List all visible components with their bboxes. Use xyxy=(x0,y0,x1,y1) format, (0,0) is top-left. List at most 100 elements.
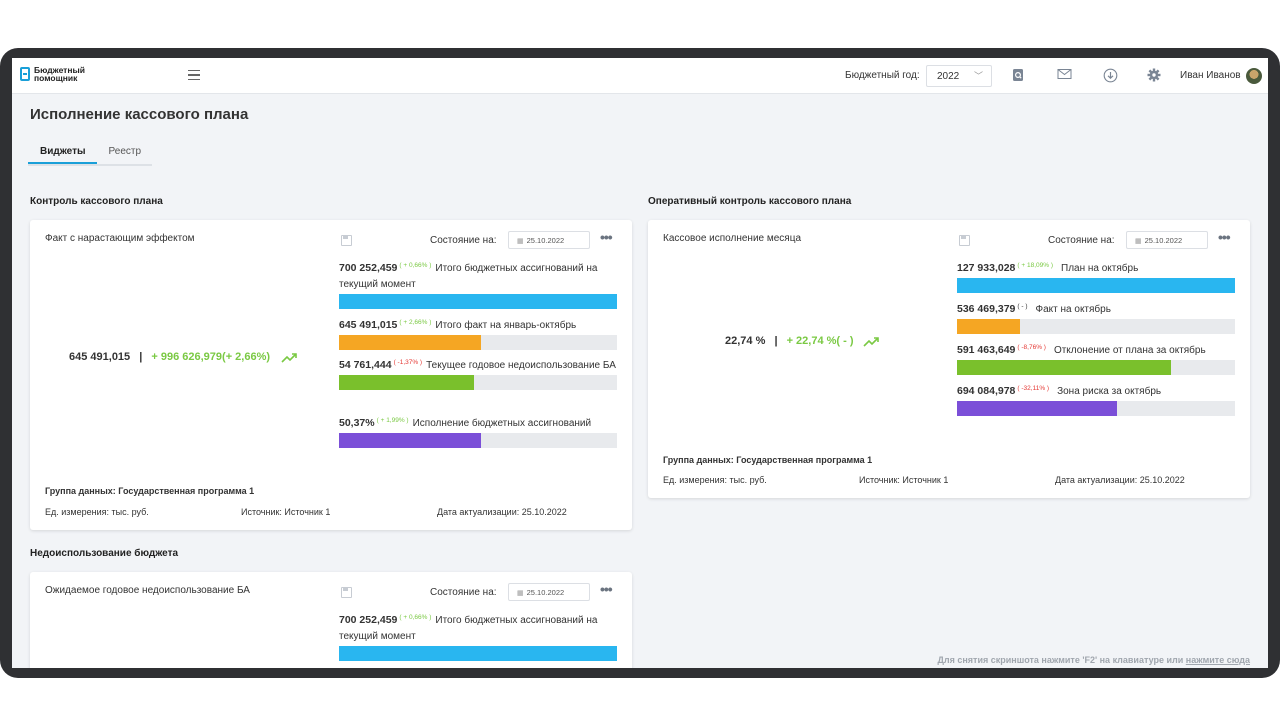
user-name[interactable]: Иван Иванов xyxy=(1180,70,1241,81)
metric-item: 700 252,459( + 0,66% ) Итого бюджетных ас… xyxy=(339,260,617,309)
trend-up-icon xyxy=(863,337,879,347)
big-change: + 996 626,979(+ 2,66%) xyxy=(151,351,271,363)
year-label: Бюджетный год: xyxy=(845,70,920,81)
metric-label: Исполнение бюджетных ассигнований xyxy=(412,418,592,429)
progress-fill xyxy=(957,278,1235,293)
progress-fill xyxy=(339,375,474,390)
metric-value: 645 491,015 xyxy=(339,319,398,331)
save-icon[interactable] xyxy=(959,235,970,246)
metric-label: Отклонение от плана за октябрь xyxy=(1053,345,1206,356)
progress-fill xyxy=(339,646,617,661)
metric-item: 536 469,379( - ) Факт на октябрь xyxy=(957,301,1235,334)
app-screen: Бюджетный помощник Бюджетный год: 2022 ﹀ xyxy=(12,58,1268,668)
more-options-icon[interactable]: ••• xyxy=(1218,229,1231,245)
menu-icon[interactable] xyxy=(188,70,200,80)
section-title-operative: Оперативный контроль кассового плана xyxy=(648,196,852,207)
progress-bar xyxy=(339,375,617,390)
section-title-control: Контроль кассового плана xyxy=(30,196,163,207)
date-field[interactable]: ▦ 25.10.2022 xyxy=(1126,231,1208,249)
metric-change: ( + 2,66% ) xyxy=(399,319,432,326)
widget-card-underuse: Ожидаемое годовое недоиспользование БА С… xyxy=(30,572,632,668)
progress-bar xyxy=(339,433,617,448)
tab-bar: Виджеты Реестр xyxy=(28,142,153,166)
update-date: Дата актуализации: 25.10.2022 xyxy=(437,507,567,517)
source-info: Источник: Источник 1 xyxy=(859,475,949,485)
big-change: + 22,74 %( - ) xyxy=(786,335,854,347)
progress-bar xyxy=(957,319,1235,334)
widget-card-cumulative: Факт с нарастающим эффектом Состояние на… xyxy=(30,220,632,530)
year-select[interactable]: 2022 ﹀ xyxy=(926,65,992,87)
metric-value: 127 933,028 xyxy=(957,262,1016,274)
metric-item: 50,37%( + 1,99% ) Исполнение бюджетных ас… xyxy=(339,415,617,448)
metric-item: 591 463,649( -8,76% ) Отклонение от плана… xyxy=(957,342,1235,375)
tab-widgets[interactable]: Виджеты xyxy=(28,142,97,164)
progress-fill xyxy=(957,401,1117,416)
update-date: Дата актуализации: 25.10.2022 xyxy=(1055,475,1185,485)
date-value: 25.10.2022 xyxy=(526,588,565,597)
card-title: Ожидаемое годовое недоиспользование БА xyxy=(45,585,250,596)
metric-label: Зона риска за октябрь xyxy=(1057,386,1162,397)
big-value: 22,74 % xyxy=(725,335,766,347)
big-figure: 22,74 % | + 22,74 %( - ) xyxy=(725,335,854,347)
app-logo[interactable]: Бюджетный помощник xyxy=(20,66,85,82)
document-search-icon[interactable] xyxy=(1010,68,1026,84)
metric-label: Факт на октябрь xyxy=(1035,304,1111,315)
progress-bar xyxy=(957,360,1235,375)
unit-info: Ед. измерения: тыс. руб. xyxy=(45,507,149,517)
metric-value: 50,37% xyxy=(339,417,375,429)
unit-info: Ед. измерения: тыс. руб. xyxy=(663,475,767,485)
metric-item: 54 761,444( -1,37% ) Текущее годовое недо… xyxy=(339,357,617,390)
state-label: Состояние на: xyxy=(430,235,497,246)
section-title-underuse: Недоиспользование бюджета xyxy=(30,548,179,559)
tab-registry[interactable]: Реестр xyxy=(97,142,153,164)
top-bar: Бюджетный помощник Бюджетный год: 2022 ﹀ xyxy=(12,58,1268,94)
metric-value: 700 252,459 xyxy=(339,262,398,274)
progress-fill xyxy=(339,294,617,309)
progress-bar xyxy=(339,335,617,350)
big-value: 645 491,015 xyxy=(69,351,131,363)
date-value: 25.10.2022 xyxy=(1144,236,1183,245)
state-label: Состояние на: xyxy=(430,587,497,598)
save-icon[interactable] xyxy=(341,587,352,598)
save-icon[interactable] xyxy=(341,235,352,246)
progress-fill xyxy=(957,319,1020,334)
avatar[interactable] xyxy=(1246,68,1262,84)
state-label: Состояние на: xyxy=(1048,235,1115,246)
widget-card-monthly: Кассовое исполнение месяца Состояние на:… xyxy=(648,220,1250,498)
metric-change: ( + 0,66% ) xyxy=(399,614,432,621)
progress-bar xyxy=(957,401,1235,416)
download-icon[interactable] xyxy=(1102,68,1118,84)
logo-icon xyxy=(20,67,30,81)
data-group: Группа данных: Государственная программа… xyxy=(663,455,873,465)
date-field[interactable]: ▦ 25.10.2022 xyxy=(508,583,590,601)
page-title: Исполнение кассового плана xyxy=(30,106,249,123)
metric-change: ( + 18,09% ) xyxy=(1017,262,1053,269)
metric-change: ( - ) xyxy=(1017,303,1028,310)
metric-value: 591 463,649 xyxy=(957,344,1016,356)
more-options-icon[interactable]: ••• xyxy=(600,581,613,597)
more-options-icon[interactable]: ••• xyxy=(600,229,613,245)
mail-icon[interactable] xyxy=(1056,68,1072,84)
metric-change: ( + 1,99% ) xyxy=(376,417,409,424)
metric-change: ( -1,37% ) xyxy=(393,359,423,366)
chevron-down-icon: ﹀ xyxy=(973,71,983,81)
data-group: Группа данных: Государственная программа… xyxy=(45,486,255,496)
progress-fill xyxy=(339,335,481,350)
hint-link[interactable]: нажмите сюда xyxy=(1186,655,1250,665)
device-frame: Бюджетный помощник Бюджетный год: 2022 ﹀ xyxy=(0,48,1280,678)
big-separator: | xyxy=(774,335,778,347)
screenshot-hint: Для снятия скриншота нажмите 'F2' на кла… xyxy=(937,655,1250,665)
metric-label: План на октябрь xyxy=(1061,263,1139,274)
logo-line2: помощник xyxy=(34,73,78,83)
metric-label: Итого факт на январь-октябрь xyxy=(435,320,577,331)
metric-item: 700 252,459( + 0,66% ) Итого бюджетных ас… xyxy=(339,612,617,661)
progress-fill xyxy=(339,433,481,448)
date-value: 25.10.2022 xyxy=(526,236,565,245)
progress-bar xyxy=(339,294,617,309)
gear-icon[interactable] xyxy=(1146,68,1162,84)
metric-change: ( -32,11% ) xyxy=(1017,385,1050,392)
calendar-icon: ▦ xyxy=(1135,238,1142,245)
metric-change: ( -8,76% ) xyxy=(1017,344,1046,351)
source-info: Источник: Источник 1 xyxy=(241,507,331,517)
date-field[interactable]: ▦ 25.10.2022 xyxy=(508,231,590,249)
